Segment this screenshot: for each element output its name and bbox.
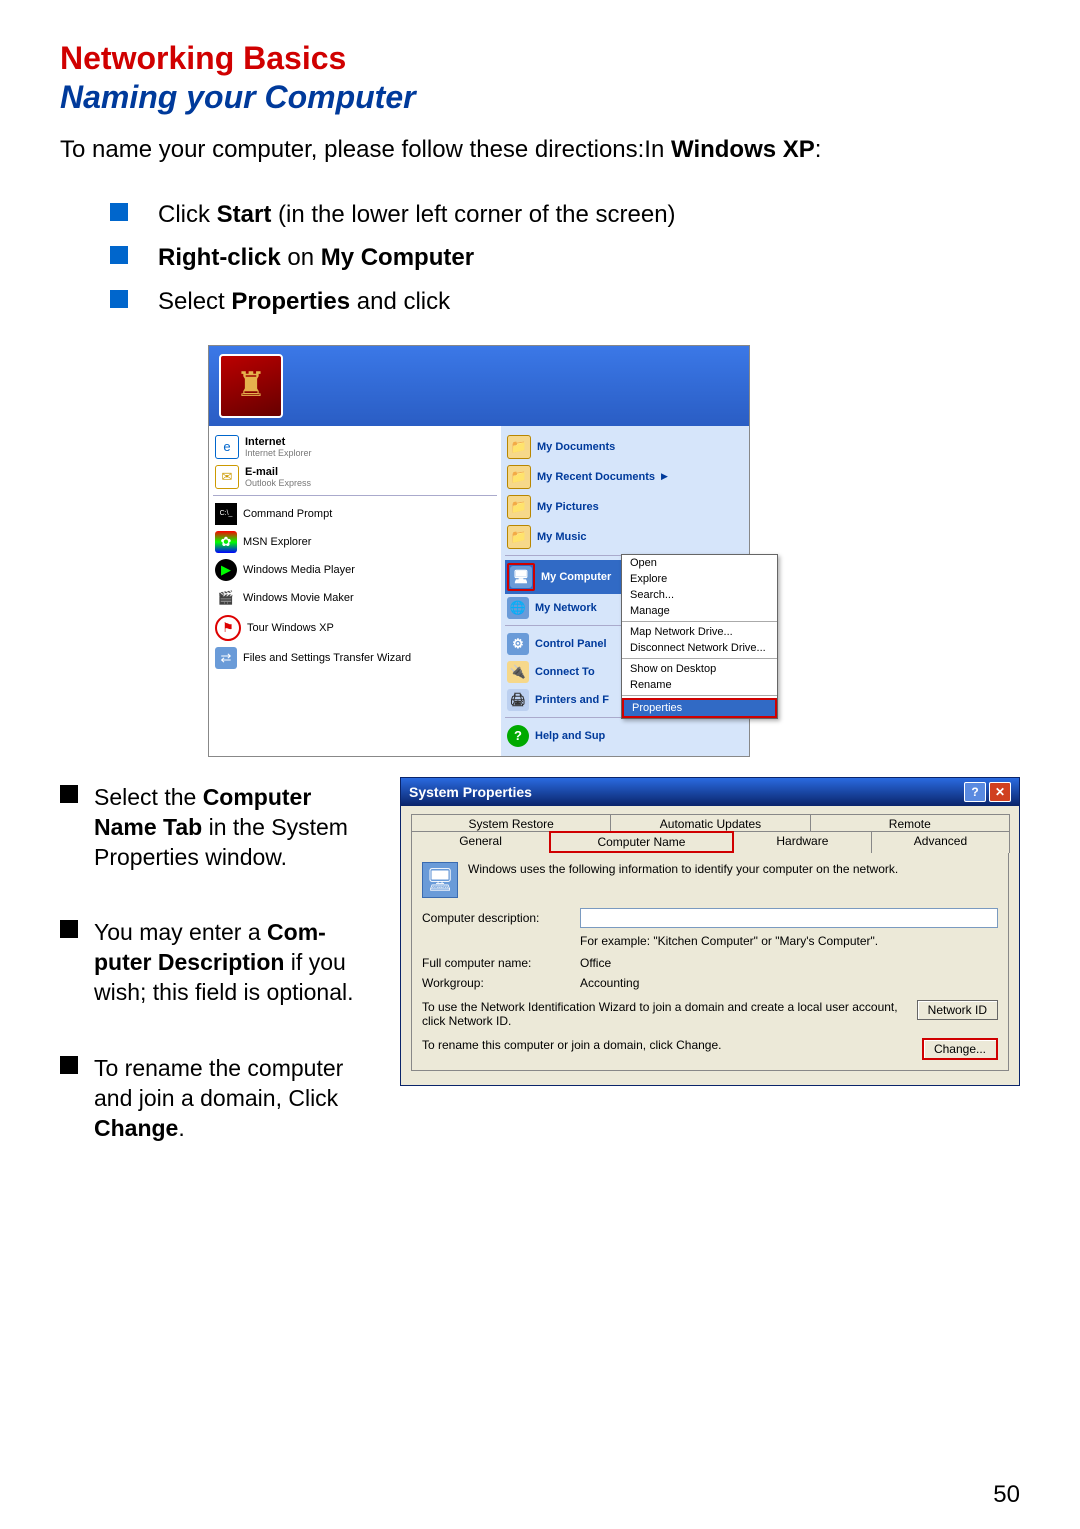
intro-text: To name your computer, please follow the…	[60, 134, 1020, 165]
email-icon: ✉	[215, 465, 239, 489]
change-text: To rename this computer or join a domain…	[422, 1038, 908, 1052]
controlpanel-icon: ⚙	[507, 633, 529, 655]
identify-text: Windows uses the following information t…	[468, 862, 898, 876]
note-enter-desc: You may enter a Com­puter Description if…	[60, 912, 370, 1048]
transfer-icon: ⇄	[215, 647, 237, 669]
start-menu-right-column: 📁My Documents 📁My Recent Documents ▶ 📁My…	[501, 426, 749, 756]
start-item-help[interactable]: ?Help and Sup	[505, 722, 745, 750]
tab-computer-name[interactable]: Computer Name	[549, 831, 734, 853]
fullname-value: Office	[580, 956, 611, 970]
workgroup-label: Workgroup:	[422, 976, 570, 990]
help-button[interactable]: ?	[964, 782, 986, 802]
cmd-icon: C:\_	[215, 503, 237, 525]
folder-icon: 📁	[507, 435, 531, 459]
help-icon: ?	[507, 725, 529, 747]
ctx-manage[interactable]: Manage	[622, 603, 777, 619]
start-item-msn[interactable]: ✿MSN Explorer	[213, 528, 497, 556]
start-menu-screenshot: ♜ eInternetInternet Explorer ✉E-mailOutl…	[208, 345, 750, 757]
connect-icon: 🔌	[507, 661, 529, 683]
change-button[interactable]: Change...	[922, 1038, 998, 1060]
start-item-internet[interactable]: eInternetInternet Explorer	[213, 432, 497, 462]
note-select-tab: Select the Computer Name Tab in the Syst…	[60, 777, 370, 913]
step-rightclick-mycomputer: Right-click on My Computer	[110, 236, 1020, 279]
start-menu-left-column: eInternetInternet Explorer ✉E-mailOutloo…	[209, 426, 501, 756]
ctx-disconnect-drive[interactable]: Disconnect Network Drive...	[622, 640, 777, 656]
start-item-recent[interactable]: 📁My Recent Documents ▶	[505, 462, 745, 492]
desc-hint: For example: "Kitchen Computer" or "Mary…	[580, 934, 998, 948]
tour-icon: ⚑	[215, 615, 241, 641]
fullname-label: Full computer name:	[422, 956, 570, 970]
start-item-pics[interactable]: 📁My Pictures	[505, 492, 745, 522]
ctx-search[interactable]: Search...	[622, 587, 777, 603]
notes-list: Select the Computer Name Tab in the Syst…	[60, 777, 370, 1184]
start-item-tour[interactable]: ⚑Tour Windows XP	[213, 612, 497, 644]
tab-advanced[interactable]: Advanced	[871, 831, 1010, 853]
computer-icon: 🖥	[510, 566, 532, 588]
page-heading: Networking Basics	[60, 40, 1020, 77]
start-item-mydocs[interactable]: 📁My Documents	[505, 432, 745, 462]
start-item-email[interactable]: ✉E-mailOutlook Express	[213, 462, 497, 496]
computer-icon: 🖥	[422, 862, 458, 898]
wmm-icon: 🎬	[215, 587, 237, 609]
network-id-button[interactable]: Network ID	[917, 1000, 998, 1020]
context-menu: Open Explore Search... Manage Map Networ…	[621, 554, 778, 719]
step-click-start: Click Start (in the lower left corner of…	[110, 193, 1020, 236]
printer-icon: 🖨	[507, 689, 529, 711]
page-number: 50	[993, 1481, 1020, 1509]
start-item-music[interactable]: 📁My Music	[505, 522, 745, 556]
start-item-fast[interactable]: ⇄Files and Settings Transfer Wizard	[213, 644, 497, 672]
tab-general[interactable]: General	[411, 831, 550, 853]
system-properties-window: System Properties ? ✕ System Restore Aut…	[400, 777, 1020, 1086]
submenu-arrow-icon: ▶	[661, 471, 668, 482]
instruction-list: Click Start (in the lower left corner of…	[110, 193, 1020, 323]
user-avatar-icon: ♜	[219, 354, 283, 418]
netid-text: To use the Network Identification Wizard…	[422, 1000, 903, 1028]
ctx-open[interactable]: Open	[622, 555, 777, 571]
ie-icon: e	[215, 435, 239, 459]
ctx-properties[interactable]: Properties	[622, 698, 777, 718]
folder-icon: 📁	[507, 495, 531, 519]
wmp-icon: ▶	[215, 559, 237, 581]
close-button[interactable]: ✕	[989, 782, 1011, 802]
network-icon: 🌐	[507, 597, 529, 619]
start-item-wmm[interactable]: 🎬Windows Movie Maker	[213, 584, 497, 612]
workgroup-value: Accounting	[580, 976, 639, 990]
tab-hardware[interactable]: Hardware	[733, 831, 872, 853]
step-select-properties: Select Properties and click	[110, 280, 1020, 323]
start-item-cmd[interactable]: C:\_Command Prompt	[213, 500, 497, 528]
note-rename-change: To rename the computer and join a domain…	[60, 1048, 370, 1184]
computer-description-input[interactable]	[580, 908, 998, 928]
ctx-show-desktop[interactable]: Show on Desktop	[622, 661, 777, 677]
folder-icon: 📁	[507, 465, 531, 489]
ctx-rename[interactable]: Rename	[622, 677, 777, 693]
ctx-explore[interactable]: Explore	[622, 571, 777, 587]
msn-icon: ✿	[215, 531, 237, 553]
window-title: System Properties	[409, 784, 532, 800]
start-item-wmp[interactable]: ▶Windows Media Player	[213, 556, 497, 584]
page-subheading: Naming your Computer	[60, 79, 1020, 116]
ctx-map-drive[interactable]: Map Network Drive...	[622, 624, 777, 640]
folder-icon: 📁	[507, 525, 531, 549]
desc-label: Computer description:	[422, 911, 570, 925]
